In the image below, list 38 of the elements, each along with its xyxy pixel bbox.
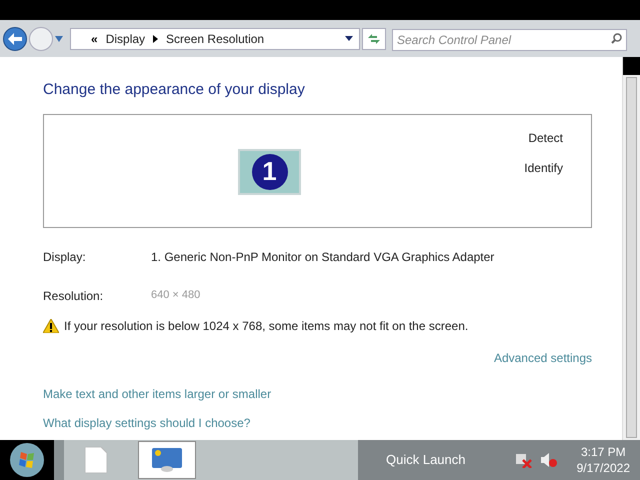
start-button[interactable] [0,440,54,480]
taskbar-handle [54,440,64,480]
monitor-thumbnail[interactable]: 1 [238,148,301,194]
advanced-settings-link[interactable]: Advanced settings [494,348,592,366]
left-arrow-icon [8,32,22,44]
address-bar[interactable]: « Display Screen Resolution [70,28,360,50]
help-link[interactable]: What display settings should I choose? [43,414,250,432]
scroll-thumb[interactable] [626,77,637,438]
search-icon [611,32,622,44]
display-dropdown[interactable]: 1. Generic Non-PnP Monitor on Standard VGA Graphics Adapter [151,248,494,266]
taskbar-button[interactable] [138,441,196,479]
caret-icon[interactable] [345,36,353,41]
field-label: Display: [43,248,87,266]
muted-speaker-icon[interactable] [540,452,558,468]
field-label: Resolution: [43,288,104,304]
warning-text: If your resolution is below 1024 x 768, some items may not fit on the screen. [64,318,468,334]
clock-time[interactable]: 3:17 PM [580,444,626,460]
search-field[interactable]: Search Control Panel [392,28,627,50]
back-button[interactable] [3,26,27,50]
refresh-icon [367,32,381,44]
preview-action-button[interactable]: Detect [528,128,563,146]
document-icon [85,447,107,473]
warning-icon [43,318,59,332]
breadcrumb-overflow[interactable]: « [91,30,98,48]
breadcrumb[interactable]: Screen Resolution [166,30,264,48]
quick-launch-label[interactable]: Quick Launch [386,450,466,470]
monitor-number: 1 [262,155,277,188]
page-heading: Change the appearance of your display [43,80,306,100]
help-link[interactable]: Make text and other items larger or smaller [43,384,272,402]
network-error-icon[interactable] [514,452,532,468]
scrollbar[interactable] [622,57,640,440]
clock-date[interactable]: 9/17/2022 [576,460,630,476]
breadcrumb[interactable]: Display [106,30,146,48]
chevron-icon [153,34,158,42]
globe-icon [9,442,45,478]
refresh-button[interactable] [362,28,386,50]
preview-action-button[interactable]: Identify [524,158,563,176]
display-settings-icon [151,447,183,473]
